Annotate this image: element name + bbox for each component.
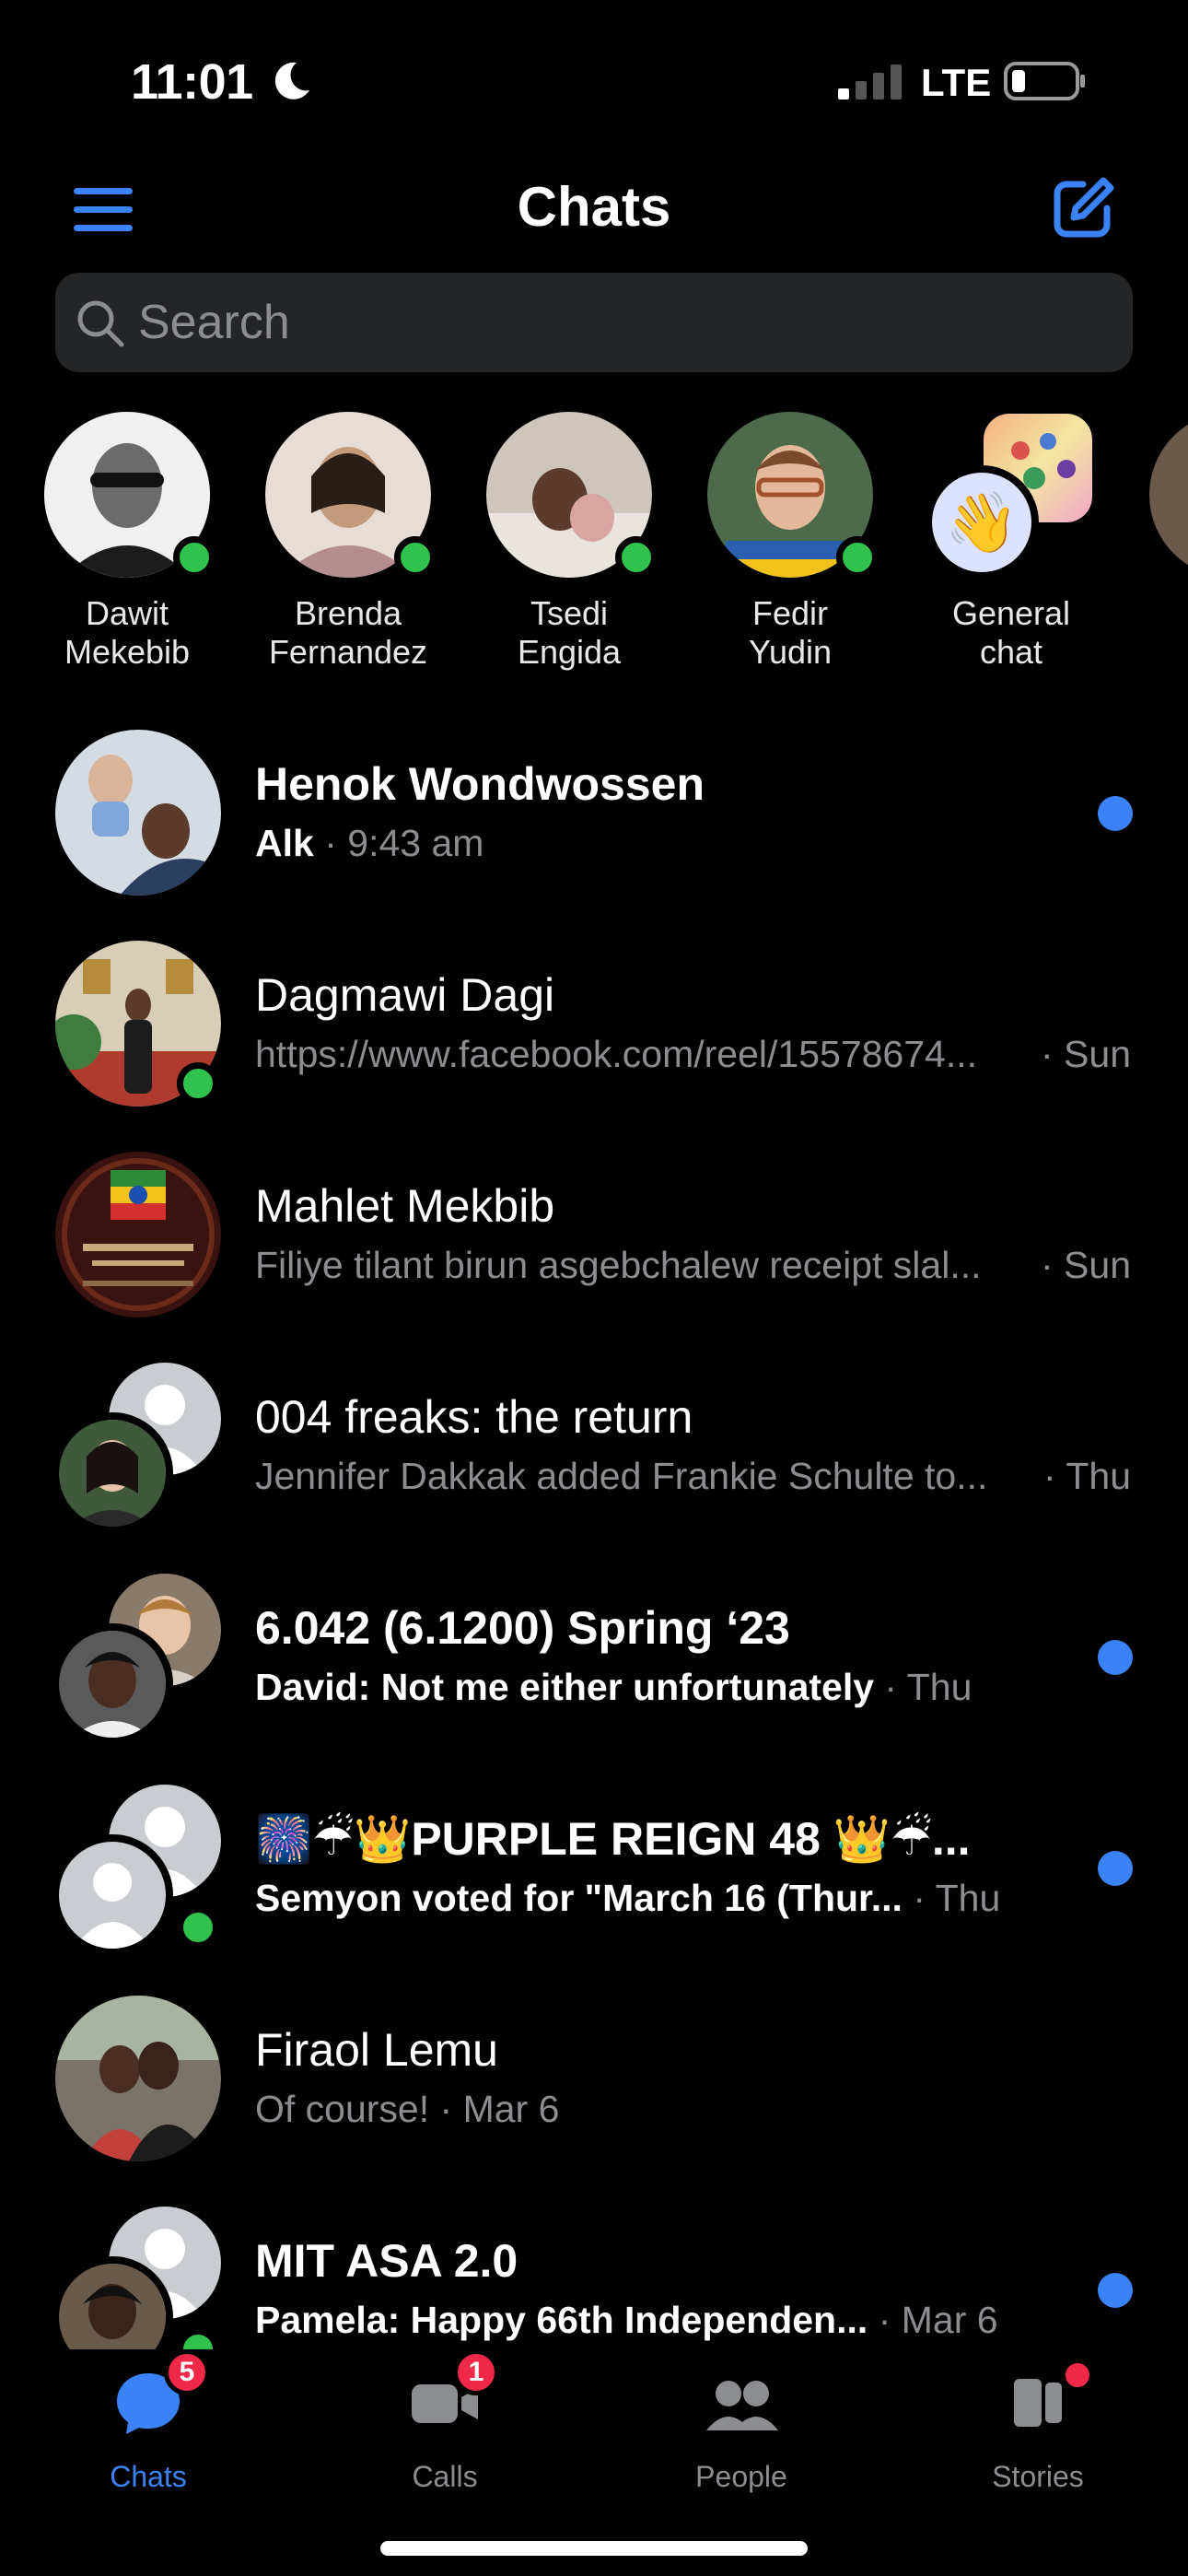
chat-title: Mahlet Mekbib <box>255 1180 555 1232</box>
story-partial[interactable] <box>1131 410 1188 686</box>
signal-icon <box>838 64 902 100</box>
status-bar: 11:01 LTE <box>0 0 1188 157</box>
chat-subtitle: David: Not me either unfortunately · Thu <box>255 1666 972 1709</box>
chat-time: · Thu <box>1043 1455 1131 1497</box>
chats-badge: 5 <box>164 2349 210 2395</box>
network-type: LTE <box>921 61 992 104</box>
active-contacts-row: Dawit Mekebib Brenda Fernandez Tsedi Engida… <box>0 410 1188 686</box>
chat-time: · Mar 6 <box>878 2299 998 2341</box>
tab-label: Chats <box>110 2460 187 2493</box>
chat-time: · Sun <box>1041 1033 1131 1075</box>
home-indicator[interactable] <box>380 2541 808 2556</box>
chat-title: 🎆☔👑PURPLE REIGN 48 👑☔... <box>255 1813 971 1865</box>
unread-indicator <box>1098 796 1133 831</box>
chat-list: Henok Wondwossen Alk · 9:43 am Dagmawi D… <box>0 719 1188 2349</box>
battery-icon <box>1004 62 1085 100</box>
chat-title: 6.042 (6.1200) Spring ‘23 <box>255 1602 790 1654</box>
search-input[interactable] <box>138 273 1114 372</box>
stories-badge <box>1061 2359 1094 2392</box>
search-bar[interactable] <box>55 273 1133 372</box>
online-indicator <box>173 536 215 579</box>
moon-icon <box>274 62 309 100</box>
group-avatar <box>52 2207 221 2349</box>
group-avatar <box>52 1785 221 1956</box>
tab-people[interactable]: People <box>593 2349 890 2497</box>
chat-row[interactable]: 004 freaks: the return Jennifer Dakkak a… <box>0 1352 1188 1563</box>
wave-icon: 👋 <box>925 465 1039 580</box>
story-name: Brenda Fernandez <box>268 594 428 671</box>
chat-snippet: David: Not me either unfortunately <box>255 1666 875 1708</box>
story-general-chat[interactable]: 👋 General chat <box>910 410 1112 686</box>
tab-label: Calls <box>412 2460 478 2493</box>
chat-title: Firaol Lemu <box>255 2024 498 2076</box>
story-dawit[interactable]: Dawit Mekebib <box>26 410 228 686</box>
tab-stories[interactable]: Stories <box>890 2349 1186 2497</box>
tab-label: People <box>695 2460 787 2493</box>
header: Chats <box>0 166 1188 258</box>
chat-title: Henok Wondwossen <box>255 758 705 810</box>
chat-snippet: Jennifer Dakkak added Frankie Schulte to… <box>255 1455 988 1497</box>
chat-subtitle: Of course! · Mar 6 <box>255 2088 559 2131</box>
online-indicator <box>836 536 879 579</box>
avatar <box>55 1996 221 2161</box>
unread-indicator <box>1098 1851 1133 1886</box>
tab-label: Stories <box>992 2460 1084 2493</box>
group-avatar <box>52 1363 221 1534</box>
chat-title: MIT ASA 2.0 <box>255 2235 518 2287</box>
online-indicator <box>177 1062 219 1105</box>
story-tsedi[interactable]: Tsedi Engida <box>468 410 670 686</box>
people-icon <box>706 2381 778 2430</box>
unread-indicator <box>1098 2273 1133 2308</box>
chat-subtitle: Pamela: Happy 66th Independen... · Mar 6 <box>255 2299 998 2342</box>
chat-snippet: Alk <box>255 822 314 864</box>
story-fedir[interactable]: Fedir Yudin <box>689 410 891 686</box>
chat-row[interactable]: Mahlet Mekbib Filiye tilant birun asgebc… <box>0 1141 1188 1352</box>
story-name: Tsedi Engida <box>517 594 622 671</box>
unread-indicator <box>1098 1640 1133 1675</box>
chat-row[interactable]: MIT ASA 2.0 Pamela: Happy 66th Independe… <box>0 2195 1188 2349</box>
group-avatar <box>52 1574 221 1745</box>
story-name: General chat <box>951 594 1071 671</box>
chat-snippet: Filiye tilant birun asgebchalew receipt … <box>255 1244 982 1286</box>
chat-time: · 9:43 am <box>324 822 484 864</box>
online-indicator <box>177 2328 219 2349</box>
tab-calls[interactable]: 1 Calls <box>297 2349 593 2497</box>
chat-time: · Mar 6 <box>439 2088 560 2130</box>
avatar <box>55 941 221 1107</box>
page-title: Chats <box>517 176 671 238</box>
chat-snippet: https://www.facebook.com/reel/15578674..… <box>255 1033 978 1075</box>
chat-row[interactable]: 🎆☔👑PURPLE REIGN 48 👑☔... Semyon voted fo… <box>0 1774 1188 1985</box>
search-icon <box>77 300 124 347</box>
chat-time: · Thu <box>884 1666 973 1708</box>
online-indicator <box>615 536 658 579</box>
chat-time: · Thu <box>913 1877 1001 1919</box>
chat-snippet: Of course! <box>255 2088 430 2130</box>
story-name: Fedir Yudin <box>748 594 833 671</box>
avatar <box>55 1152 221 1317</box>
status-time: 11:01 <box>131 54 253 110</box>
online-indicator <box>177 1906 219 1949</box>
chat-row[interactable]: Henok Wondwossen Alk · 9:43 am <box>0 719 1188 930</box>
chat-row[interactable]: Dagmawi Dagi https://www.facebook.com/re… <box>0 930 1188 1141</box>
compose-icon[interactable] <box>1050 175 1116 241</box>
chat-subtitle: Semyon voted for "March 16 (Thur... · Th… <box>255 1877 1000 1920</box>
chat-time: · Sun <box>1041 1244 1131 1286</box>
avatar <box>55 730 221 896</box>
chat-row[interactable]: 6.042 (6.1200) Spring ‘23 David: Not me … <box>0 1563 1188 1774</box>
tab-chats[interactable]: 5 Chats <box>0 2349 297 2497</box>
story-brenda[interactable]: Brenda Fernandez <box>247 410 449 686</box>
chat-snippet: Pamela: Happy 66th Independen... <box>255 2299 868 2341</box>
chat-subtitle: Alk · 9:43 am <box>255 822 483 865</box>
calls-badge: 1 <box>453 2349 499 2395</box>
chat-title: Dagmawi Dagi <box>255 969 555 1021</box>
chat-title: 004 freaks: the return <box>255 1391 693 1443</box>
chat-snippet: Semyon voted for "March 16 (Thur... <box>255 1877 903 1919</box>
avatar <box>1149 412 1188 578</box>
online-indicator <box>394 536 437 579</box>
chat-row[interactable]: Firaol Lemu Of course! · Mar 6 <box>0 1985 1188 2195</box>
story-name: Dawit Mekebib <box>64 594 191 671</box>
